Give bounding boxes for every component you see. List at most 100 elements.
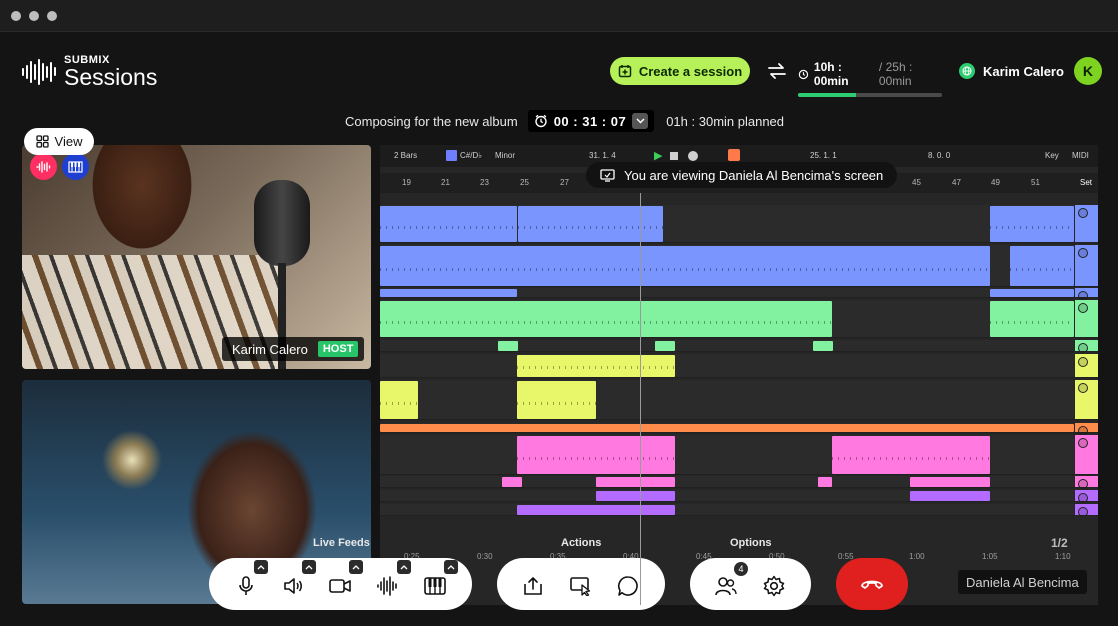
waveform-icon[interactable] <box>375 574 399 598</box>
track-clip[interactable] <box>380 381 418 419</box>
play-icon[interactable]: ▶ <box>654 149 662 162</box>
track-clip[interactable] <box>813 341 833 351</box>
track-clip[interactable] <box>818 477 832 487</box>
track-clip[interactable] <box>502 477 522 487</box>
piano-keys-icon[interactable] <box>423 574 447 598</box>
window-minimize-dot[interactable] <box>29 11 39 21</box>
shared-screen-daw[interactable]: 2 Bars C#/D♭ Minor 31. 1. 4 ▶ 25. 1. 1 8… <box>380 145 1098 605</box>
track-lane[interactable] <box>380 205 1074 243</box>
track-clip[interactable] <box>517 355 675 377</box>
track-clip[interactable] <box>517 505 675 515</box>
track-lane[interactable] <box>380 245 1074 287</box>
sync-icon[interactable] <box>766 60 788 82</box>
track-toggle-icon[interactable] <box>1078 303 1088 313</box>
track-toggle-icon[interactable] <box>1078 208 1088 218</box>
track-toggle-icon[interactable] <box>1078 493 1088 503</box>
speaker-icon[interactable] <box>281 574 305 598</box>
track-lane[interactable] <box>380 490 1074 502</box>
track-toggle-icon[interactable] <box>1078 357 1088 367</box>
track-clip[interactable] <box>1010 246 1074 286</box>
camera-icon[interactable] <box>328 574 352 598</box>
track-clip[interactable] <box>380 424 1074 432</box>
track-toggle-icon[interactable] <box>1078 343 1088 353</box>
end-call-button[interactable] <box>836 558 908 610</box>
create-session-button[interactable]: Create a session <box>610 57 750 85</box>
user-menu[interactable]: Karim Calero K <box>959 57 1102 85</box>
gear-icon[interactable] <box>762 574 786 598</box>
track-header[interactable] <box>1075 245 1098 287</box>
track-header[interactable] <box>1075 380 1098 420</box>
track-clip[interactable] <box>380 289 517 297</box>
chevron-up-icon[interactable] <box>302 560 316 574</box>
track-toggle-icon[interactable] <box>1078 438 1088 448</box>
daw-midi-button[interactable]: MIDI <box>1072 151 1089 160</box>
track-lane[interactable] <box>380 300 1074 338</box>
track-header[interactable] <box>1075 205 1098 243</box>
track-toggle-icon[interactable] <box>1078 479 1088 489</box>
track-header[interactable] <box>1075 340 1098 353</box>
track-clip[interactable] <box>910 491 990 501</box>
track-header[interactable] <box>1075 435 1098 475</box>
avatar[interactable]: K <box>1073 57 1102 85</box>
track-clip[interactable] <box>380 206 517 242</box>
chevron-up-icon[interactable] <box>397 560 411 574</box>
track-clip[interactable] <box>990 289 1074 297</box>
track-lane[interactable] <box>380 435 1074 475</box>
track-clip[interactable] <box>596 477 675 487</box>
track-lane[interactable] <box>380 476 1074 488</box>
track-lane[interactable] <box>380 380 1074 420</box>
window-close-dot[interactable] <box>11 11 21 21</box>
daw-key-button[interactable]: Key <box>1045 151 1059 160</box>
track-toggle-icon[interactable] <box>1078 248 1088 258</box>
piano-keys-icon[interactable] <box>62 153 89 180</box>
track-clip[interactable] <box>518 206 663 242</box>
track-clip[interactable] <box>910 477 990 487</box>
chevron-up-icon[interactable] <box>349 560 363 574</box>
host-video-feed[interactable]: Karim Calero HOST <box>22 145 371 369</box>
metronome-icon[interactable] <box>728 149 740 161</box>
track-clip[interactable] <box>380 301 832 337</box>
track-header[interactable] <box>1075 288 1098 301</box>
daw-scale-select[interactable]: Minor <box>495 151 515 160</box>
track-clip[interactable] <box>380 246 990 286</box>
track-toggle-icon[interactable] <box>1078 383 1088 393</box>
waveform-icon[interactable] <box>30 153 57 180</box>
daw-bars-select[interactable]: 2 Bars <box>394 151 417 160</box>
track-header[interactable] <box>1075 490 1098 503</box>
track-toggle-icon[interactable] <box>1078 507 1088 517</box>
screen-control-icon[interactable] <box>569 574 593 598</box>
track-lane[interactable] <box>380 288 1074 298</box>
track-clip[interactable] <box>832 436 990 474</box>
participants-count-badge: 4 <box>734 562 748 576</box>
track-header[interactable] <box>1075 476 1098 489</box>
stop-icon[interactable] <box>670 152 678 160</box>
chat-icon[interactable] <box>616 574 640 598</box>
track-lane[interactable] <box>380 504 1074 516</box>
track-clip[interactable] <box>498 341 518 351</box>
record-icon[interactable] <box>688 151 698 161</box>
chevron-up-icon[interactable] <box>444 560 458 574</box>
track-header[interactable] <box>1075 354 1098 378</box>
chevron-down-icon[interactable] <box>632 113 649 129</box>
track-header[interactable] <box>1075 300 1098 338</box>
playhead[interactable] <box>640 193 641 605</box>
participants-icon[interactable] <box>714 574 738 598</box>
daw-key-select[interactable]: C#/D♭ <box>460 151 482 160</box>
track-clip[interactable] <box>517 381 596 419</box>
window-maximize-dot[interactable] <box>47 11 57 21</box>
view-button[interactable]: View <box>24 128 94 155</box>
track-clip[interactable] <box>990 301 1074 337</box>
microphone-icon[interactable] <box>234 574 258 598</box>
track-clip[interactable] <box>990 206 1074 242</box>
chevron-up-icon[interactable] <box>254 560 268 574</box>
share-screen-icon[interactable] <box>521 574 545 598</box>
track-lane[interactable] <box>380 423 1074 433</box>
track-lane[interactable] <box>380 340 1074 352</box>
track-clip[interactable] <box>655 341 675 351</box>
track-clip[interactable] <box>596 491 675 501</box>
track-header[interactable] <box>1075 423 1098 436</box>
daw-set-button[interactable]: Set <box>1080 178 1092 187</box>
track-clip[interactable] <box>517 436 675 474</box>
track-lane[interactable] <box>380 354 1074 378</box>
track-header[interactable] <box>1075 504 1098 517</box>
